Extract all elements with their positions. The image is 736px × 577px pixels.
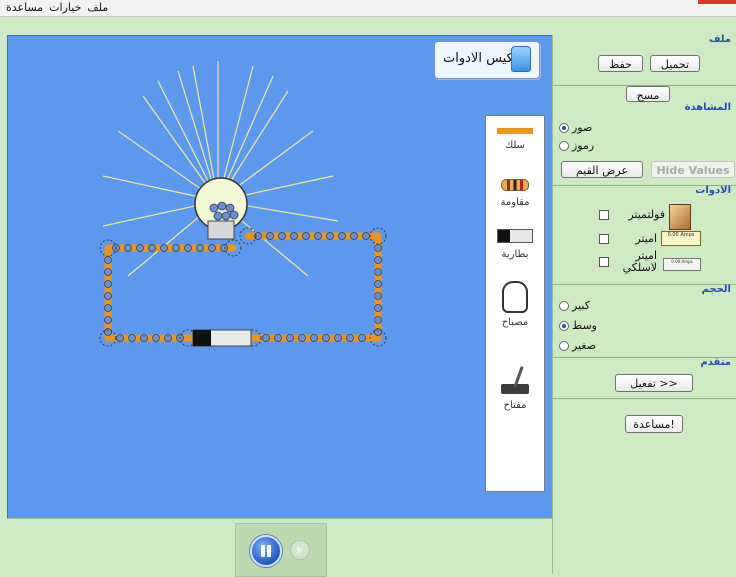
battery-icon	[497, 229, 533, 243]
toolbox-button[interactable]: كيس الادوات	[434, 41, 540, 79]
component-palette: سلك مقاومة بطارية مصباح مفتاح	[485, 115, 545, 492]
palette-bulb[interactable]: مصباح	[486, 281, 544, 328]
menu-help[interactable]: مساعدة	[6, 1, 43, 14]
help-button[interactable]: مساعدة!	[625, 415, 683, 433]
view-symbols-option[interactable]: رموز	[559, 139, 594, 152]
medium-radio[interactable]	[559, 320, 569, 331]
enable-advanced-button[interactable]: تفعيل >>	[615, 374, 693, 392]
small-label: صغير	[572, 339, 597, 352]
file-section: ملف تحميل حفظ	[553, 34, 736, 86]
bulb	[194, 177, 248, 240]
voltmeter-checkbox[interactable]	[599, 210, 609, 220]
noncontact-ammeter-icon: 0.00 Amps	[663, 258, 701, 271]
circuit-drawing	[99, 61, 387, 347]
palette-resistor-label: مقاومة	[500, 197, 530, 208]
size-medium-option[interactable]: وسط	[559, 319, 597, 332]
palette-wire-label: سلك	[504, 140, 526, 151]
file-section-title: ملف	[708, 34, 731, 45]
palette-switch[interactable]: مفتاح	[486, 366, 544, 411]
advanced-section: متقدم تفعيل >>	[553, 357, 736, 399]
size-section: الحجم كبير وسط صغير	[553, 284, 736, 358]
symbols-radio[interactable]	[559, 140, 569, 151]
voltmeter-icon	[669, 204, 691, 230]
battery	[192, 329, 252, 347]
noncontact-ammeter-label-line2: لاسلكي	[622, 261, 657, 274]
palette-switch-label: مفتاح	[503, 400, 527, 411]
window-close-button[interactable]	[698, 0, 736, 4]
pause-button[interactable]	[250, 535, 282, 567]
menu-bar: ملف خيارات مساعدة	[0, 0, 736, 17]
noncontact-ammeter-label-line1: اميتر	[635, 249, 657, 262]
switch-icon	[499, 366, 531, 396]
ammeter-checkbox[interactable]	[599, 234, 609, 244]
playback-bar	[7, 518, 552, 577]
toolbox-label: كيس الادوات	[443, 51, 513, 66]
pictures-radio[interactable]	[559, 122, 569, 133]
view-section: المشاهدة صور رموز عرض القيم Hide Values	[553, 102, 736, 186]
menu-file[interactable]: ملف	[87, 1, 108, 14]
load-button[interactable]: تحميل	[650, 55, 700, 72]
pictures-label: صور	[572, 121, 593, 134]
palette-resistor[interactable]: مقاومة	[486, 179, 544, 208]
ammeter-icon: 0.00 Amps	[661, 231, 701, 246]
bulb-light-rays	[102, 61, 339, 277]
large-label: كبير	[572, 299, 590, 312]
palette-battery-label: بطارية	[501, 249, 529, 260]
large-radio[interactable]	[559, 300, 569, 311]
show-values-button[interactable]: عرض القيم	[561, 161, 643, 178]
palette-bulb-label: مصباح	[501, 317, 529, 328]
tools-section: الادوات فولتميتر 0.00 Amps اميتر 0.00 Am…	[553, 185, 736, 285]
hide-values-button[interactable]: Hide Values	[651, 161, 735, 178]
view-section-title: المشاهدة	[684, 102, 731, 113]
ammeter-label: اميتر	[635, 232, 657, 245]
bulb-icon	[502, 281, 528, 313]
playback-controls	[235, 523, 327, 577]
noncontact-ammeter-checkbox[interactable]	[599, 257, 609, 267]
ammeter-reading: 0.00 Amps	[667, 232, 695, 238]
small-radio[interactable]	[559, 340, 569, 351]
menu-items: ملف خيارات مساعدة	[6, 1, 108, 14]
size-small-option[interactable]: صغير	[559, 339, 596, 352]
bag-icon	[511, 46, 531, 72]
tools-section-title: الادوات	[695, 185, 731, 196]
step-button[interactable]	[290, 540, 310, 560]
medium-label: وسط	[572, 319, 597, 332]
voltmeter-label: فولتميتر	[628, 208, 665, 221]
save-button[interactable]: حفظ	[598, 55, 643, 72]
symbols-label: رموز	[572, 139, 595, 152]
menu-options[interactable]: خيارات	[49, 1, 81, 14]
palette-battery[interactable]: بطارية	[486, 229, 544, 260]
wire-icon	[497, 128, 533, 134]
noncontact-ammeter-reading: 0.00 Amps	[671, 259, 693, 264]
clear-button[interactable]: مسح	[626, 86, 670, 102]
view-pictures-option[interactable]: صور	[559, 121, 592, 134]
advanced-section-title: متقدم	[700, 357, 731, 368]
wires	[104, 232, 382, 342]
size-section-title: الحجم	[701, 284, 731, 295]
circuit-canvas[interactable]: كيس الادوات سلك مقاومة بطارية مصباح مفتا…	[7, 35, 554, 520]
resistor-icon	[501, 179, 529, 191]
control-panel: ملف تحميل حفظ مسح المشاهدة صور رموز عرض …	[552, 34, 736, 574]
palette-wire[interactable]: سلك	[486, 128, 544, 151]
size-large-option[interactable]: كبير	[559, 299, 590, 312]
